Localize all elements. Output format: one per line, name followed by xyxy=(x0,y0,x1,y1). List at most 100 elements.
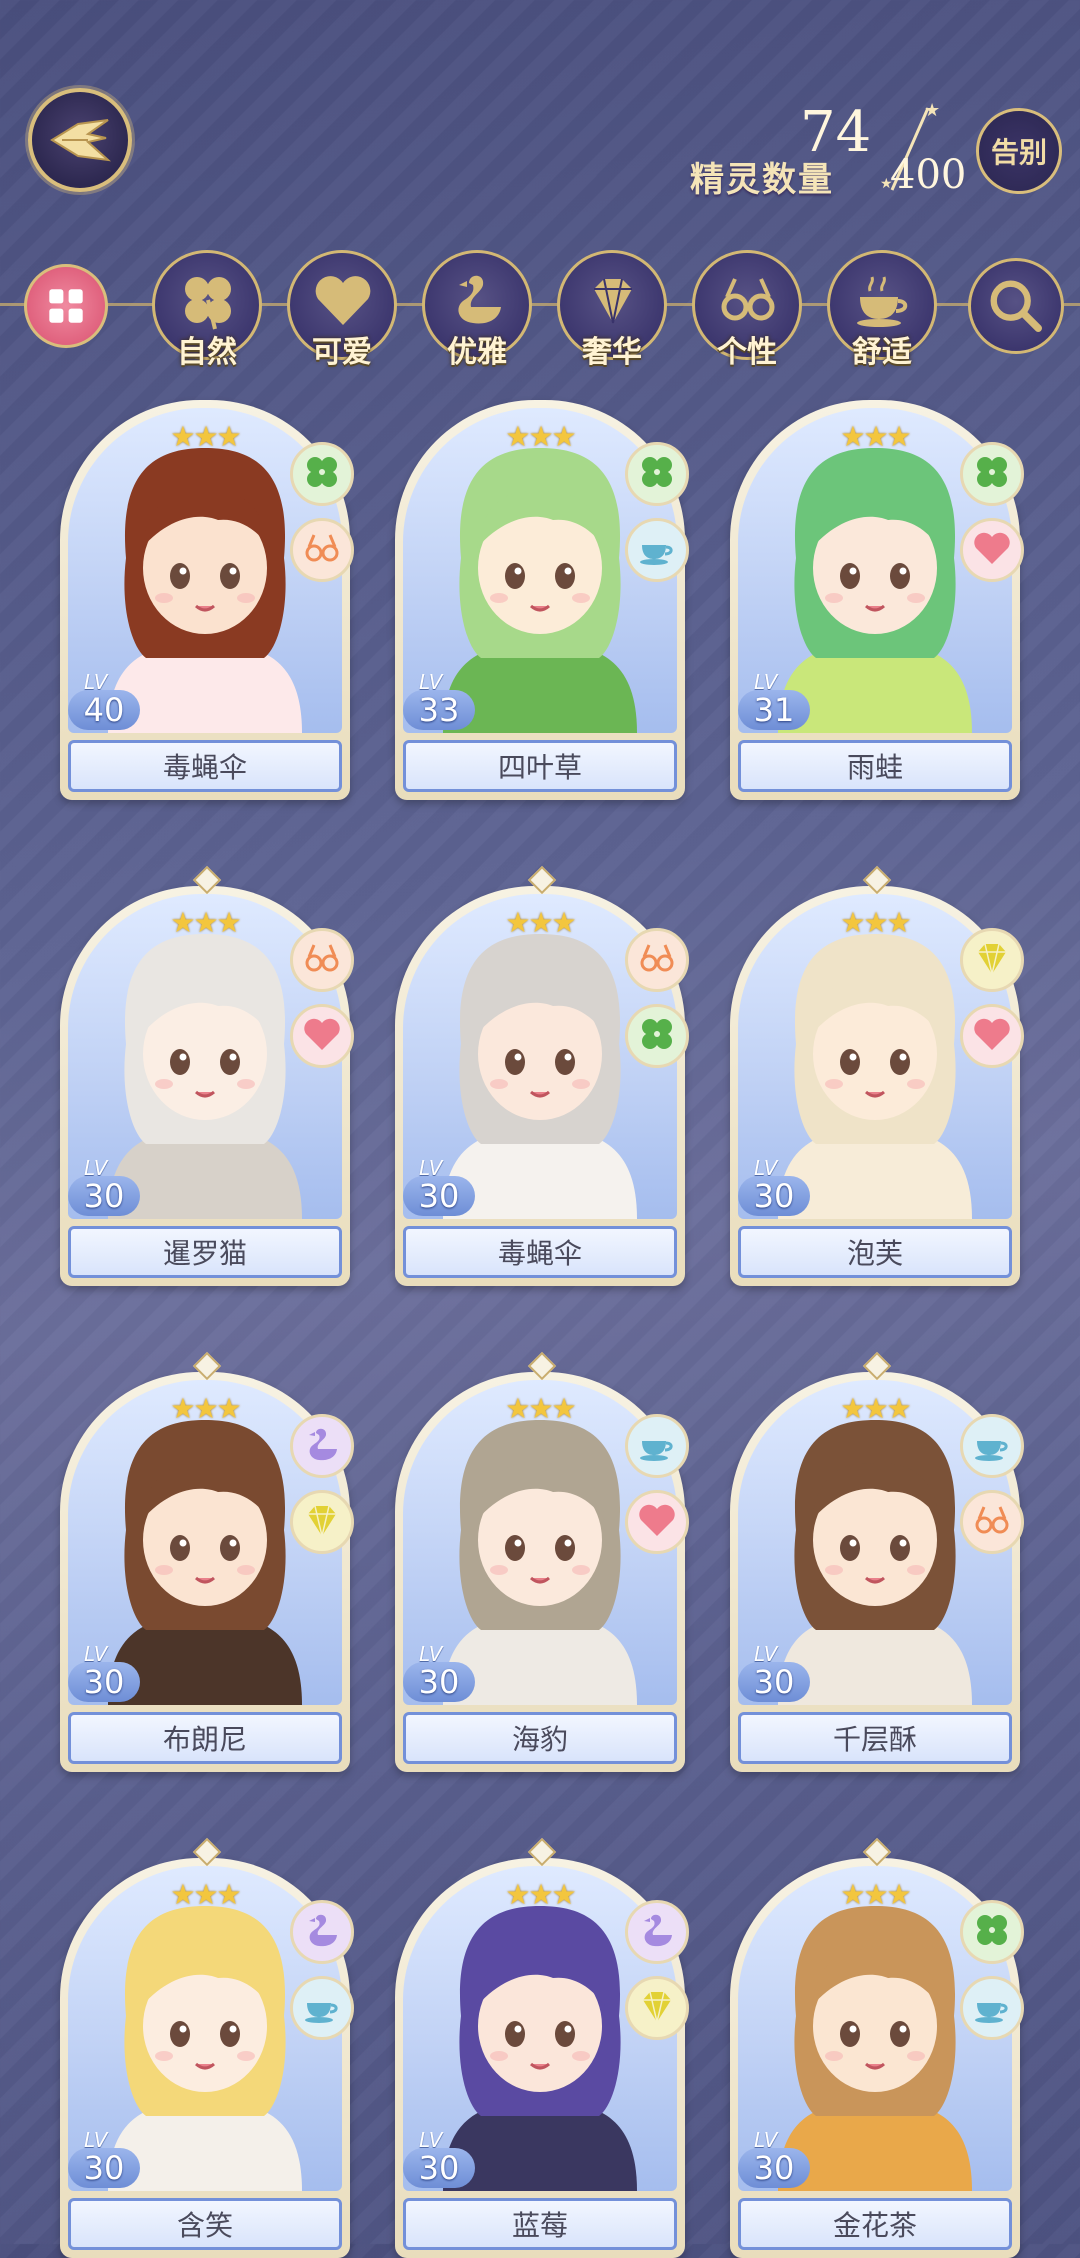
trait-badge xyxy=(625,1976,689,2040)
trait-badge xyxy=(290,1900,354,1964)
swan-icon xyxy=(301,1423,343,1469)
trait-badge xyxy=(625,1004,689,1068)
spirit-name: 毒蝇伞 xyxy=(497,1237,582,1270)
spirit-name: 布朗尼 xyxy=(162,1723,247,1756)
filter-luxury-button[interactable]: 奢华 xyxy=(557,250,667,370)
clover-icon xyxy=(971,451,1013,497)
spirit-card[interactable]: ★★★ LV 30 毒蝇伞 xyxy=(395,865,689,1286)
trait-badge xyxy=(960,1004,1024,1068)
level-badge: LV 30 xyxy=(738,2128,812,2190)
heart-icon xyxy=(301,1013,343,1059)
level-value: 30 xyxy=(738,1176,810,1216)
level-value: 30 xyxy=(738,2148,810,2188)
trait-badge xyxy=(625,1490,689,1554)
teacup-icon xyxy=(971,1985,1013,2031)
spirit-name: 含笑 xyxy=(176,2209,233,2242)
spirit-name-plate: 毒蝇伞 xyxy=(403,1226,677,1278)
trait-badge xyxy=(625,442,689,506)
trait-badge xyxy=(625,1900,689,1964)
spirit-name: 蓝莓 xyxy=(511,2209,568,2242)
filter-comfort-button[interactable]: 舒适 xyxy=(827,250,937,370)
level-badge: LV 30 xyxy=(738,1642,812,1704)
glasses-icon xyxy=(971,1499,1013,1545)
spirit-card[interactable]: ★★★ LV 30 海豹 xyxy=(395,1351,689,1772)
search-button[interactable] xyxy=(968,258,1064,354)
clover-icon xyxy=(636,1013,678,1059)
teacup-icon xyxy=(301,1985,343,2031)
rarity-stars: ★★★ xyxy=(840,906,911,939)
spirit-card[interactable]: ★★★ LV 30 泡芙 xyxy=(730,865,1024,1286)
spirit-name: 金花茶 xyxy=(832,2209,917,2242)
rarity-stars: ★★★ xyxy=(170,1878,241,1911)
trait-badge xyxy=(625,928,689,992)
spirit-name: 四叶草 xyxy=(497,751,582,784)
spirit-name: 千层酥 xyxy=(832,1723,917,1756)
level-badge: LV 30 xyxy=(738,1156,812,1218)
teacup-icon xyxy=(636,1423,678,1469)
trait-badge xyxy=(960,1414,1024,1478)
filter-elegant-button[interactable]: 优雅 xyxy=(422,250,532,370)
heart-icon xyxy=(636,1499,678,1545)
farewell-button[interactable]: 告别 xyxy=(976,108,1062,194)
count-max: 400 xyxy=(890,152,967,198)
filter-luxury-label: 奢华 xyxy=(582,335,642,370)
spirit-card[interactable]: ★★★ LV 30 含笑 xyxy=(60,1837,354,2258)
filter-comfort-label: 舒适 xyxy=(852,335,912,370)
back-button[interactable] xyxy=(28,88,132,192)
spirit-name-plate: 海豹 xyxy=(403,1712,677,1764)
level-badge: LV 30 xyxy=(403,2128,477,2190)
glasses-icon xyxy=(301,937,343,983)
filter-elegant-label: 优雅 xyxy=(447,335,507,370)
level-value: 30 xyxy=(403,2148,475,2188)
spirit-name-plate: 雨蛙 xyxy=(738,740,1012,792)
filter-cute-button[interactable]: 可爱 xyxy=(287,250,397,370)
glasses-icon xyxy=(301,527,343,573)
level-value: 30 xyxy=(403,1176,475,1216)
trait-badge xyxy=(625,1414,689,1478)
spirit-name-plate: 千层酥 xyxy=(738,1712,1012,1764)
svg-text:★: ★ xyxy=(924,100,940,121)
rarity-stars: ★★★ xyxy=(840,1392,911,1425)
swan-icon xyxy=(458,275,501,324)
spirit-card[interactable]: ★★★ LV 30 蓝莓 xyxy=(395,1837,689,2258)
trait-badge xyxy=(290,518,354,582)
spirit-name: 海豹 xyxy=(511,1723,568,1756)
spirit-name: 毒蝇伞 xyxy=(162,751,247,784)
spirit-name-plate: 蓝莓 xyxy=(403,2198,677,2250)
clover-icon xyxy=(971,1909,1013,1955)
trait-badge xyxy=(290,442,354,506)
filter-nature-button[interactable]: 自然 xyxy=(152,250,262,370)
spirit-card[interactable]: ★★★ LV 30 布朗尼 xyxy=(60,1351,354,1772)
swan-icon xyxy=(636,1909,678,1955)
spirit-name-plate: 毒蝇伞 xyxy=(68,740,342,792)
spirit-name-plate: 含笑 xyxy=(68,2198,342,2250)
spirit-card[interactable]: ★★★ LV 30 金花茶 xyxy=(730,1837,1024,2258)
trait-badge xyxy=(625,518,689,582)
trait-badge xyxy=(290,1414,354,1478)
spirit-name: 泡芙 xyxy=(846,1237,903,1270)
diamond-icon xyxy=(301,1499,343,1545)
filter-individual-button[interactable]: 个性 xyxy=(692,250,802,370)
spirit-name: 雨蛙 xyxy=(846,751,903,784)
rarity-stars: ★★★ xyxy=(505,420,576,453)
diamond-icon xyxy=(636,1985,678,2031)
glasses-icon xyxy=(721,278,775,321)
spirit-card[interactable]: ★★★ LV 33 四叶草 xyxy=(395,400,689,800)
trait-badge xyxy=(960,518,1024,582)
rarity-stars: ★★★ xyxy=(170,1392,241,1425)
level-badge: LV 40 xyxy=(68,670,142,732)
spirit-card[interactable]: ★★★ LV 40 毒蝇伞 xyxy=(60,400,354,800)
spirit-card[interactable]: ★★★ LV 30 千层酥 xyxy=(730,1351,1024,1772)
trait-badge xyxy=(960,1976,1024,2040)
trait-badge xyxy=(960,442,1024,506)
heart-icon xyxy=(971,527,1013,573)
spirit-card[interactable]: ★★★ LV 31 雨蛙 xyxy=(730,400,1024,800)
teacup-icon xyxy=(857,276,908,327)
filter-all-button[interactable] xyxy=(24,264,108,348)
rarity-stars: ★★★ xyxy=(505,906,576,939)
filter-nature-label: 自然 xyxy=(177,335,237,370)
spirit-card[interactable]: ★★★ LV 30 暹罗猫 xyxy=(60,865,354,1286)
grid-icon xyxy=(49,289,83,323)
spirit-count: 精灵数量 74 ★ ★ 400 xyxy=(690,100,970,200)
level-value: 40 xyxy=(68,690,140,730)
